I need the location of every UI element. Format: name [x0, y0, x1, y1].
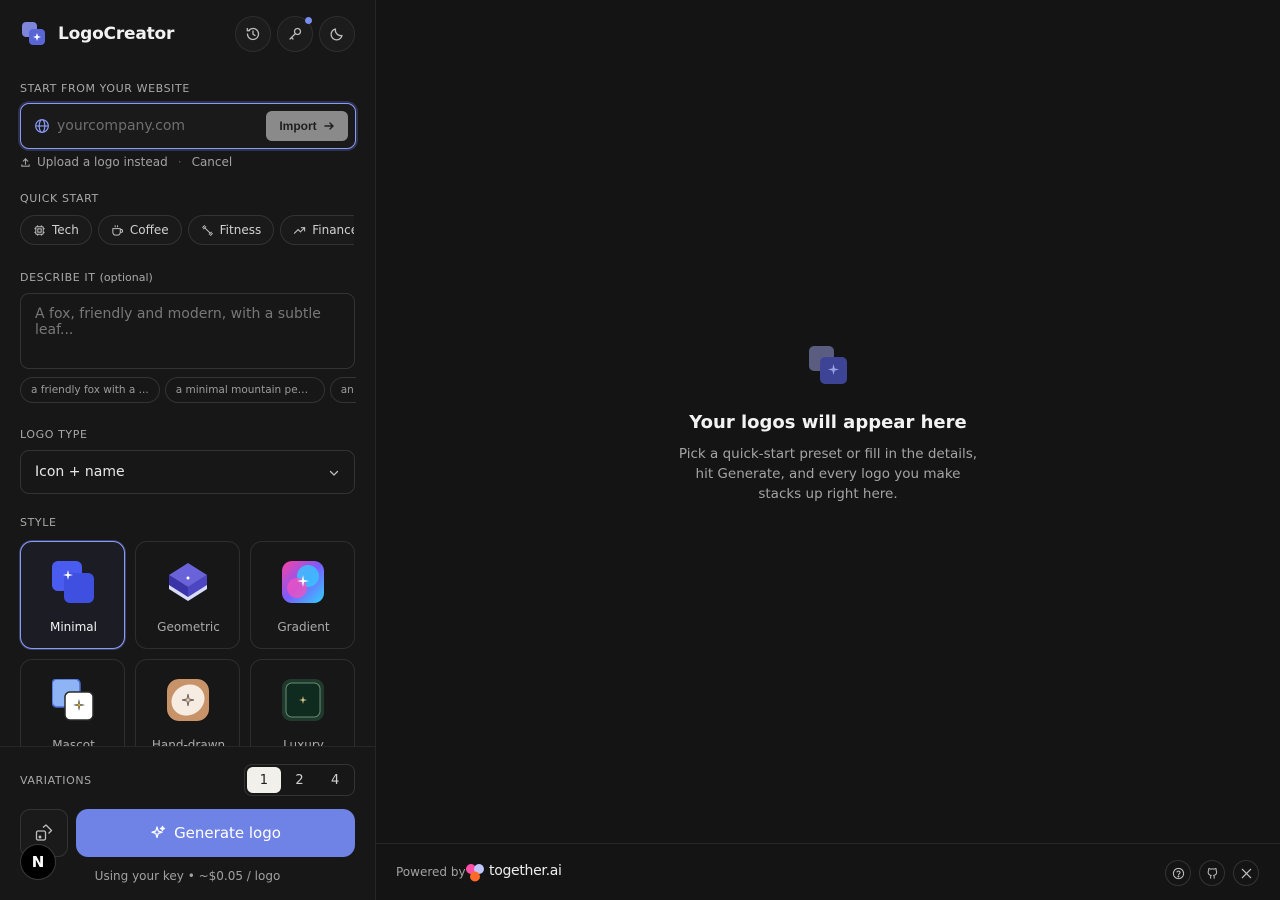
style-label: STYLE	[20, 516, 57, 529]
luxury-style-icon	[282, 679, 324, 721]
arrow-right-icon	[323, 122, 334, 130]
style-option-label: Minimal	[49, 620, 97, 634]
style-option-hand-drawn[interactable]: Hand-drawn	[135, 659, 240, 746]
suggestion-chip[interactable]: a friendly fox with a ...	[20, 377, 160, 403]
variation-option-1[interactable]: 1	[247, 767, 281, 793]
dumbbell-icon	[201, 224, 213, 236]
main-canvas: Your logos will appear here Pick a quick…	[376, 0, 1280, 843]
notification-dot	[305, 17, 312, 24]
sidebar-header: LogoCreator	[20, 16, 356, 52]
generate-logo-button[interactable]: Generate logo	[76, 809, 355, 857]
style-option-label: Hand-drawn	[151, 738, 226, 746]
trending-up-icon	[294, 226, 306, 234]
website-url-input[interactable]	[57, 116, 257, 136]
style-option-minimal[interactable]: Minimal	[20, 541, 125, 649]
chevron-down-icon	[329, 470, 339, 476]
generate-logo-label: Generate logo	[174, 824, 281, 842]
sidebar: LogoCreator START FROM YOUR WEBSITE your…	[0, 0, 376, 900]
describe-optional: (optional)	[99, 271, 153, 284]
powered-by-label: Powered by	[396, 865, 466, 879]
cost-note: Using your key • ~$0.05 / logo	[94, 869, 281, 883]
empty-state-subtitle: Pick a quick-start preset or fill in the…	[678, 446, 978, 502]
variations-segmented-control: 1 2 4	[244, 764, 355, 796]
shapes-icon	[35, 824, 53, 841]
import-button[interactable]: Import	[266, 111, 348, 141]
api-key-button[interactable]	[277, 16, 313, 52]
logo-type-value: Icon + name	[35, 464, 125, 480]
history-button[interactable]	[235, 16, 271, 52]
quick-start-label: QUICK START	[20, 192, 99, 205]
chip-label: Fitness	[219, 223, 262, 237]
upload-icon	[21, 157, 30, 167]
cpu-icon	[34, 224, 45, 236]
history-icon	[246, 27, 260, 41]
x-logo-icon	[1241, 868, 1251, 878]
website-url-box: Import	[20, 103, 356, 149]
footer: Powered by together.ai	[376, 843, 1280, 900]
describe-box	[20, 293, 355, 369]
variation-option-2[interactable]: 2	[283, 767, 317, 793]
describe-textarea[interactable]	[35, 306, 345, 356]
style-option-label: Geometric	[157, 620, 220, 634]
chip-label: Tech	[52, 223, 79, 237]
logo-type-label: LOGO TYPE	[20, 428, 88, 441]
github-button[interactable]	[1199, 860, 1225, 886]
chip-label: Finance	[312, 223, 354, 237]
key-icon	[289, 27, 302, 40]
style-option-label: Luxury	[283, 738, 324, 746]
mascot-style-icon	[52, 679, 94, 721]
globe-icon	[35, 119, 49, 133]
help-button[interactable]	[1165, 860, 1191, 886]
chip-tech[interactable]: Tech	[20, 215, 92, 245]
style-option-gradient[interactable]: Gradient	[250, 541, 355, 649]
variations-label: VARIATIONS	[20, 774, 92, 787]
together-ai-brand[interactable]: together.ai	[489, 863, 562, 879]
import-button-label: Import	[279, 119, 317, 133]
app-title: LogoCreator	[58, 24, 175, 44]
together-ai-logo-icon	[466, 864, 484, 882]
quick-start-chips: Tech Coffee Fitness Finance	[20, 215, 354, 245]
describe-label-text: DESCRIBE IT	[20, 271, 96, 284]
hand-drawn-style-icon	[167, 679, 209, 721]
gradient-style-icon	[282, 561, 324, 603]
chip-fitness[interactable]: Fitness	[187, 215, 275, 245]
separator-dot: ·	[177, 155, 182, 169]
empty-state-title: Your logos will appear here	[689, 412, 967, 433]
generate-panel: VARIATIONS 1 2 4 Generate logo Using you…	[0, 746, 375, 900]
minimal-style-icon	[52, 561, 94, 603]
suggestion-chips: a friendly fox with a ... a minimal mount…	[20, 377, 356, 404]
style-option-label: Mascot	[52, 738, 95, 746]
sidebar-scroll-area[interactable]: LogoCreator START FROM YOUR WEBSITE your…	[0, 0, 375, 746]
moon-icon	[330, 28, 343, 41]
style-option-label: Gradient	[277, 620, 330, 634]
coffee-icon	[112, 224, 123, 236]
help-circle-icon	[1172, 867, 1184, 879]
x-twitter-button[interactable]	[1233, 860, 1259, 886]
chip-coffee[interactable]: Coffee	[97, 215, 182, 245]
upload-logo-link[interactable]: Upload a logo instead	[37, 155, 168, 169]
theme-toggle-button[interactable]	[319, 16, 355, 52]
github-icon	[1207, 867, 1217, 879]
website-sub-links: Upload a logo instead · Cancel	[20, 155, 232, 169]
geometric-style-icon	[169, 563, 207, 601]
cancel-link[interactable]: Cancel	[192, 155, 233, 169]
style-option-mascot[interactable]: Mascot	[20, 659, 125, 746]
style-option-geometric[interactable]: Geometric	[135, 541, 240, 649]
suggestion-chip[interactable]: an obs	[329, 377, 356, 403]
empty-state-logo-icon	[809, 346, 847, 384]
suggestion-chip[interactable]: a minimal mountain pea...	[164, 377, 325, 403]
style-option-luxury[interactable]: Luxury	[250, 659, 355, 746]
describe-label: DESCRIBE IT (optional)	[20, 271, 153, 284]
sparkles-icon	[151, 825, 166, 839]
app-logo-icon	[22, 22, 45, 45]
dev-badge[interactable]: N	[20, 844, 56, 880]
website-section-label: START FROM YOUR WEBSITE	[20, 82, 190, 95]
logo-type-select[interactable]: Icon + name	[20, 450, 355, 494]
chip-label: Coffee	[129, 223, 169, 237]
variation-option-4[interactable]: 4	[318, 767, 352, 793]
chip-finance[interactable]: Finance	[280, 215, 354, 245]
